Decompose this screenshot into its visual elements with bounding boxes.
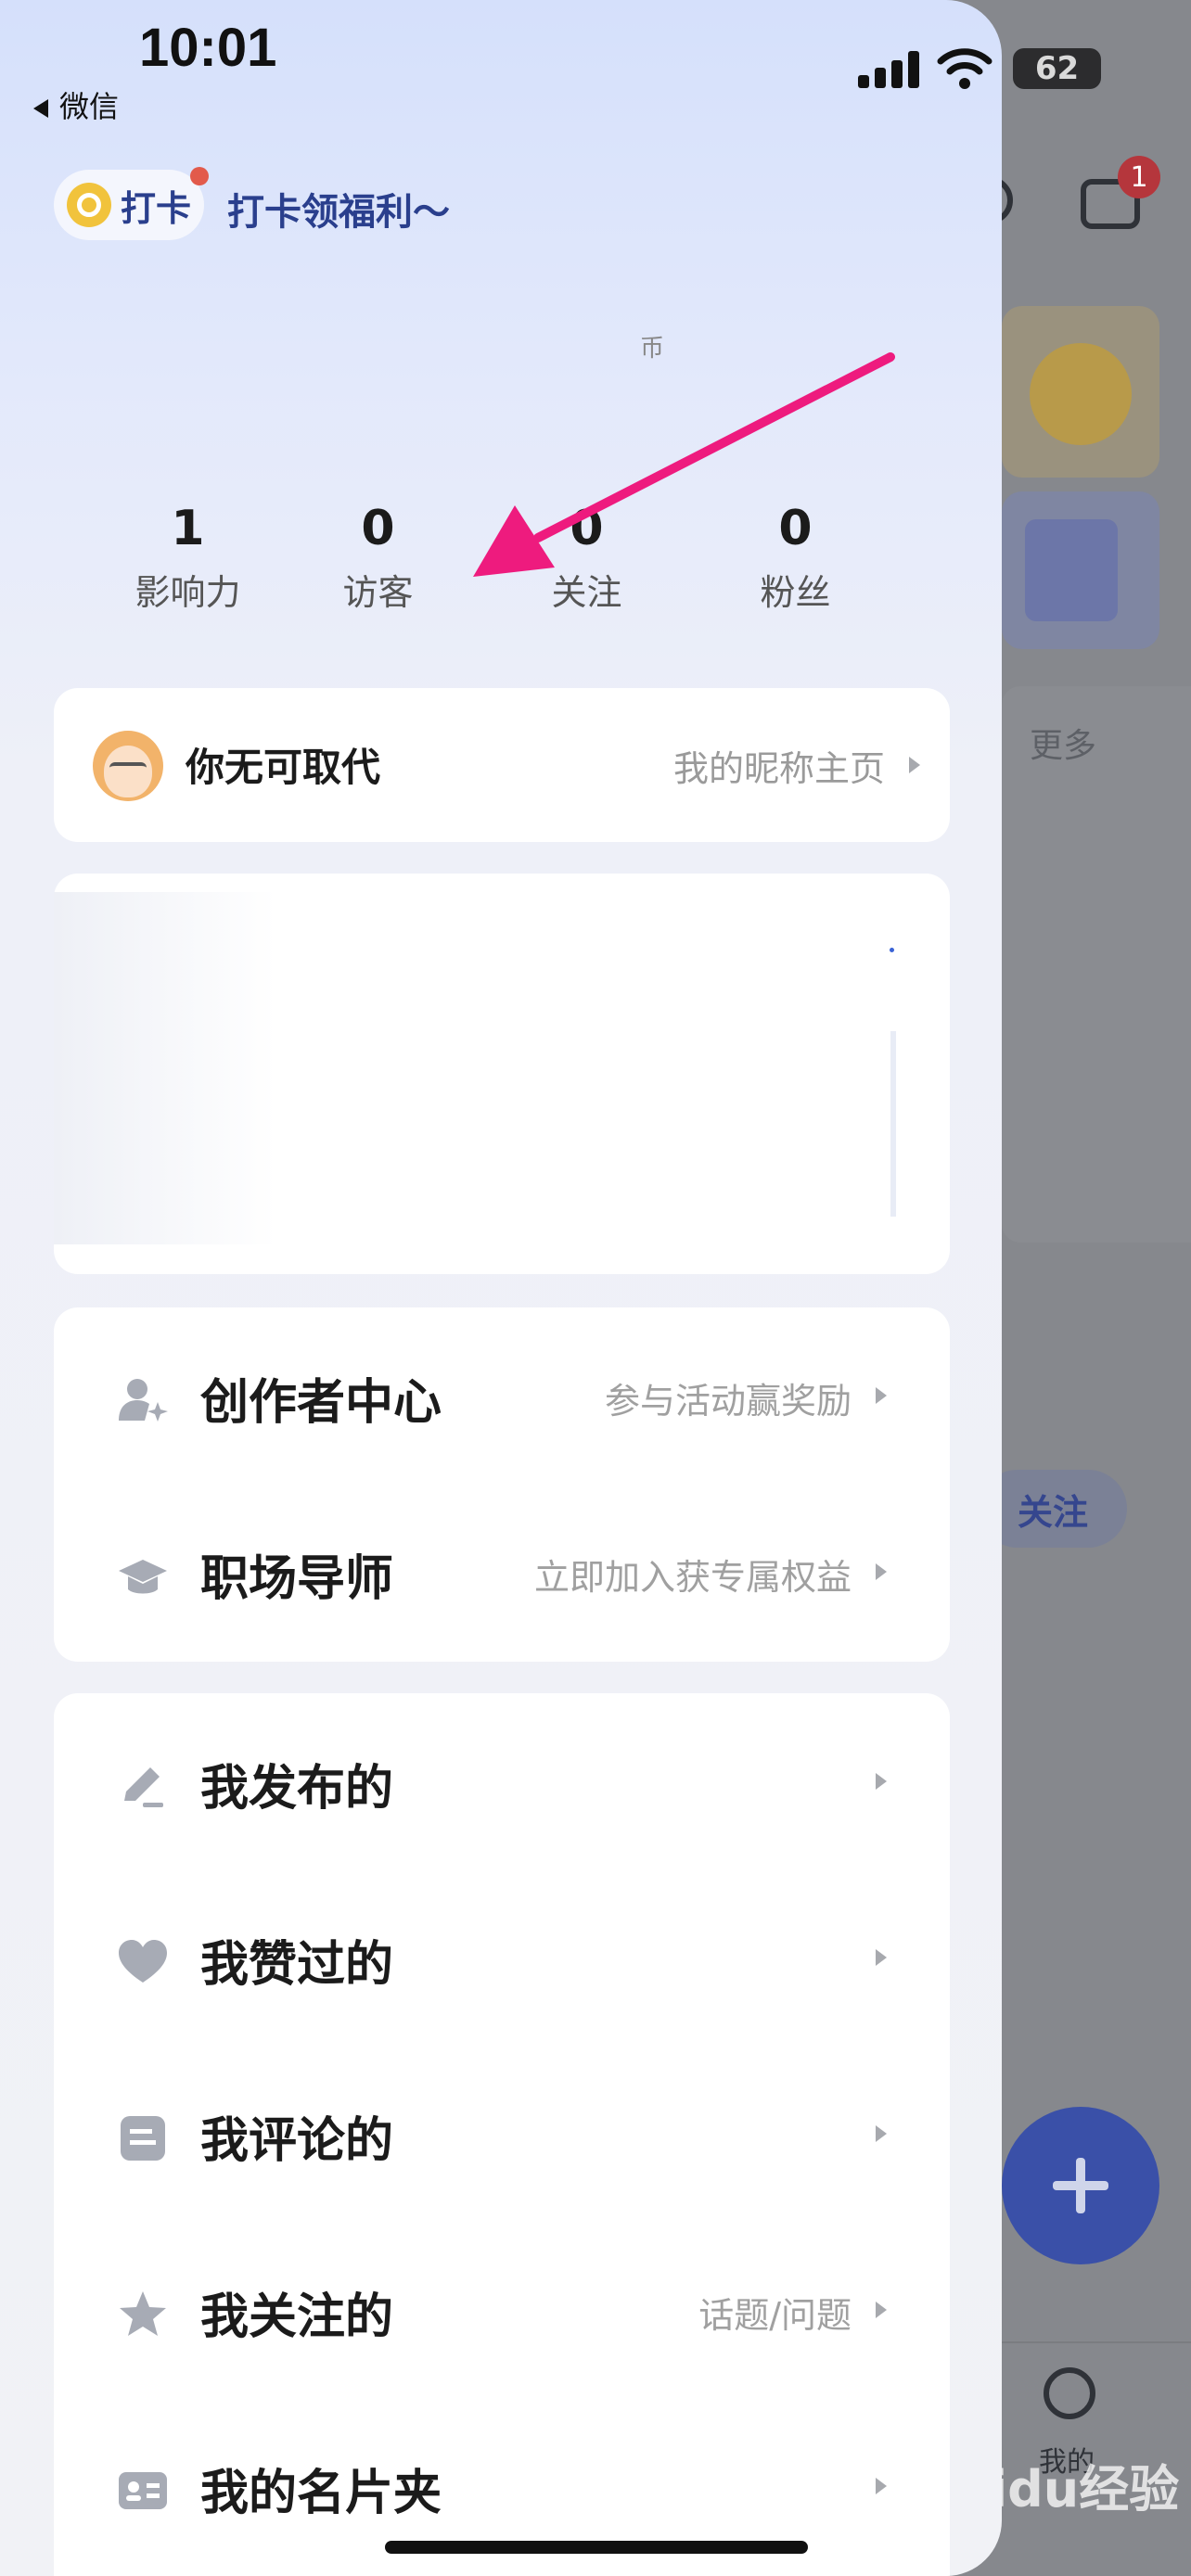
menu-hint: 话题/问题 bbox=[698, 2295, 852, 2336]
chevron-right-icon bbox=[876, 2302, 887, 2318]
stat-label: 影响力 bbox=[134, 572, 241, 613]
chevron-right-icon bbox=[876, 1563, 887, 1580]
chevron-right-icon bbox=[909, 757, 920, 773]
scroll-indicator bbox=[890, 1031, 896, 1217]
message-badge: 1 bbox=[1118, 156, 1160, 198]
profile-card[interactable]: 你无可取代 我的昵称主页 bbox=[54, 688, 950, 842]
menu-label: 职场导师 bbox=[200, 1551, 394, 1607]
stat-value: 1 bbox=[171, 501, 205, 556]
checkin-button[interactable]: 打卡 bbox=[54, 170, 204, 240]
stat-label: 访客 bbox=[342, 572, 414, 613]
id-card-icon bbox=[119, 2472, 167, 2509]
checkin-promo[interactable]: 打卡领福利～ bbox=[227, 182, 450, 236]
currency-glyph: 币 bbox=[640, 335, 665, 363]
cellular-signal-icon bbox=[858, 51, 921, 88]
stat-value: 0 bbox=[778, 501, 813, 556]
menu-label: 创作者中心 bbox=[200, 1375, 442, 1431]
status-time: 10:01 bbox=[139, 18, 277, 78]
checkin-label: 打卡 bbox=[121, 187, 192, 229]
coin-icon bbox=[67, 183, 111, 227]
chevron-right-icon bbox=[876, 2478, 887, 2494]
menu-item-my-posts[interactable]: 我发布的 bbox=[54, 1693, 950, 1869]
activity-menu-card: 我发布的 我赞过的 我评论的 我关注的 话题/问题 我的名片夹 bbox=[54, 1693, 950, 2576]
back-label: 微信 bbox=[59, 89, 120, 124]
stat-influence[interactable]: 1 影响力 bbox=[83, 501, 292, 615]
side-drawer: 10:01 微信 打卡 打卡领福利～ 币 1 影响力 0 访客 0 关注 0 粉… bbox=[0, 0, 1002, 2576]
banner-card-book[interactable] bbox=[1002, 491, 1159, 649]
menu-item-my-likes[interactable]: 我赞过的 bbox=[54, 1869, 950, 2046]
menu-label: 我评论的 bbox=[200, 2113, 394, 2169]
chevron-right-icon bbox=[876, 1387, 887, 1404]
pencil-icon bbox=[124, 1767, 163, 1807]
home-indicator bbox=[385, 2541, 808, 2554]
menu-item-creator-center[interactable]: 创作者中心 参与活动赢奖励 bbox=[54, 1307, 950, 1484]
star-icon bbox=[120, 2291, 166, 2336]
chevron-right-icon bbox=[876, 1773, 887, 1790]
creator-menu-card: 创作者中心 参与活动赢奖励 职场导师 立即加入获专属权益 bbox=[54, 1307, 950, 1662]
stat-label: 关注 bbox=[551, 572, 622, 613]
profile-name: 你无可取代 bbox=[186, 745, 381, 790]
stats-row: 1 影响力 0 访客 0 关注 0 粉丝 bbox=[83, 501, 900, 615]
menu-label: 我发布的 bbox=[200, 1761, 394, 1817]
comment-icon bbox=[121, 2116, 165, 2161]
trophy-figure-icon bbox=[1030, 343, 1132, 445]
back-to-wechat[interactable]: 微信 bbox=[33, 83, 119, 126]
menu-item-my-comments[interactable]: 我评论的 bbox=[54, 2046, 950, 2222]
stat-visitors[interactable]: 0 访客 bbox=[274, 501, 482, 615]
battery-indicator: 62 bbox=[1013, 48, 1101, 89]
menu-item-career-mentor[interactable]: 职场导师 立即加入获专属权益 bbox=[54, 1484, 950, 1660]
more-link[interactable]: 更多 bbox=[1030, 719, 1096, 767]
create-post-button[interactable] bbox=[1002, 2107, 1159, 2264]
stat-following[interactable]: 0 关注 bbox=[482, 501, 691, 615]
stat-followers[interactable]: 0 粉丝 bbox=[691, 501, 900, 615]
profile-tab-icon[interactable] bbox=[1044, 2367, 1095, 2419]
indicator-dot bbox=[890, 948, 894, 952]
stat-value: 0 bbox=[361, 501, 395, 556]
blurred-region bbox=[54, 892, 276, 1244]
menu-label: 我赞过的 bbox=[200, 1937, 394, 1993]
content-card-blurred bbox=[54, 874, 950, 1274]
heart-icon bbox=[119, 1940, 167, 1983]
background-panel bbox=[1002, 686, 1191, 1243]
tab-bar-divider bbox=[1002, 2341, 1191, 2343]
back-arrow-icon bbox=[33, 99, 48, 118]
menu-item-my-follows[interactable]: 我关注的 话题/问题 bbox=[54, 2222, 950, 2398]
stat-value: 0 bbox=[570, 501, 604, 556]
profile-home-link[interactable]: 我的昵称主页 bbox=[673, 740, 885, 791]
stat-label: 粉丝 bbox=[760, 572, 831, 613]
book-icon bbox=[1025, 519, 1118, 621]
menu-label: 我的名片夹 bbox=[200, 2466, 442, 2521]
graduation-cap-icon bbox=[119, 1560, 167, 1594]
menu-hint: 立即加入获专属权益 bbox=[533, 1557, 852, 1598]
chevron-right-icon bbox=[876, 2125, 887, 2142]
person-star-icon bbox=[119, 1379, 168, 1422]
chevron-right-icon bbox=[876, 1949, 887, 1966]
notification-dot bbox=[190, 167, 209, 185]
menu-label: 我关注的 bbox=[200, 2289, 394, 2345]
menu-hint: 参与活动赢奖励 bbox=[604, 1381, 852, 1422]
avatar bbox=[93, 731, 163, 801]
banner-card-gold[interactable] bbox=[1002, 306, 1159, 478]
wifi-icon bbox=[937, 48, 992, 89]
